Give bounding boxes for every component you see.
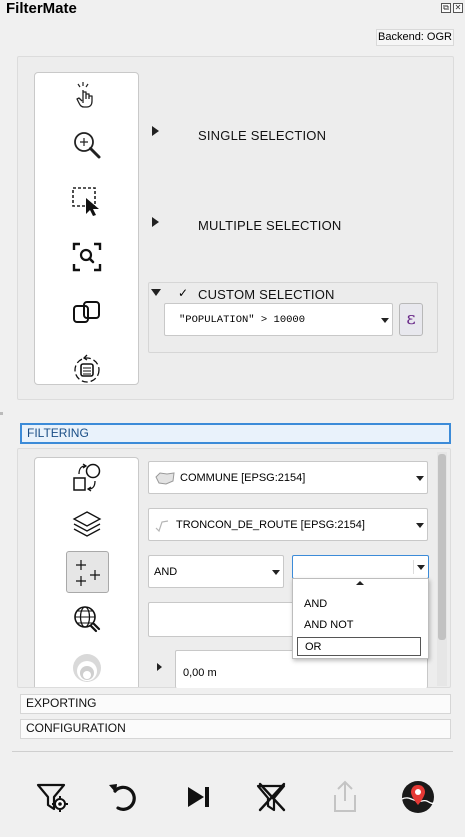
duplicate-layers-icon <box>73 301 100 323</box>
combine-operator-combo[interactable] <box>292 555 429 579</box>
filtering-tools-column <box>34 457 139 687</box>
dropdown-option-selected[interactable]: OR <box>297 637 421 656</box>
skip-next-button[interactable] <box>176 775 220 819</box>
dropdown-option[interactable]: AND NOT <box>297 616 421 635</box>
clear-filter-icon <box>256 782 286 812</box>
source-layer-value: COMMUNE [EPSG:2154] <box>180 472 306 484</box>
chevron-down-icon[interactable] <box>378 304 392 335</box>
scroll-up-icon[interactable] <box>356 581 364 585</box>
zoom-to-filter-button[interactable] <box>396 775 440 819</box>
expand-arrow-icon[interactable] <box>157 663 162 671</box>
layer-refresh-icon <box>74 354 100 383</box>
zoom-selection-icon <box>72 242 102 272</box>
title-bar: FilterMate ⧉ ✕ <box>0 0 465 22</box>
chevron-down-icon[interactable] <box>413 462 427 493</box>
filter-settings-button[interactable] <box>30 775 74 819</box>
map-pin-icon <box>401 781 435 813</box>
buffer-rings-icon <box>73 654 101 682</box>
source-layer-combo[interactable]: COMMUNE [EPSG:2154] <box>148 461 428 494</box>
selection-tools-column <box>34 72 139 385</box>
expand-arrow-icon[interactable] <box>152 126 159 136</box>
zoom-in-icon <box>74 132 101 159</box>
undo-icon <box>109 784 136 811</box>
pointer-tool-button[interactable] <box>67 75 107 115</box>
polygon-layer-icon <box>155 472 175 485</box>
single-selection-label[interactable]: SINGLE SELECTION <box>198 128 326 143</box>
plus-grid-icon <box>76 560 100 586</box>
dropdown-option[interactable]: AND <box>297 595 421 614</box>
layer-source-button[interactable] <box>67 458 107 498</box>
target-layer-combo[interactable]: TRONCON_DE_ROUTE [EPSG:2154] <box>148 508 428 541</box>
expression-value: "POPULATION" > 10000 <box>179 314 306 326</box>
multiple-selection-label[interactable]: MULTIPLE SELECTION <box>198 218 342 233</box>
target-layer-value: TRONCON_DE_ROUTE [EPSG:2154] <box>176 519 365 531</box>
custom-selection-check[interactable]: ✓ <box>178 286 188 300</box>
window-title: FilterMate <box>6 0 77 17</box>
link-layers-button[interactable] <box>67 293 107 333</box>
buffer-button[interactable] <box>67 648 107 687</box>
close-window-button[interactable]: ✕ <box>453 3 463 13</box>
select-rectangle-icon <box>72 187 99 216</box>
layers-stack-icon <box>72 511 102 537</box>
collapse-arrow-icon[interactable] <box>151 289 161 296</box>
exporting-section-header[interactable]: EXPORTING <box>20 694 451 714</box>
configuration-section-header[interactable]: CONFIGURATION <box>20 719 451 739</box>
chevron-down-icon[interactable] <box>269 556 283 587</box>
expand-arrow-icon[interactable] <box>152 217 159 227</box>
geo-predicate-button[interactable] <box>67 600 107 640</box>
layer-transform-icon <box>73 463 101 492</box>
clear-filter-button[interactable] <box>249 775 293 819</box>
skip-next-icon <box>188 787 209 807</box>
expression-combo[interactable]: "POPULATION" > 10000 <box>164 303 393 336</box>
operator-combo[interactable]: AND <box>148 555 284 588</box>
refresh-layers-button[interactable] <box>67 349 107 389</box>
layers-button[interactable] <box>67 504 107 544</box>
chevron-down-icon[interactable] <box>413 509 427 540</box>
line-layer-icon <box>155 520 169 533</box>
divider <box>12 751 453 752</box>
chevron-down-icon[interactable] <box>414 556 428 578</box>
backend-badge: Backend: OGR <box>376 29 454 46</box>
filtering-section-header[interactable]: FILTERING <box>20 423 451 444</box>
export-button[interactable] <box>323 775 367 819</box>
filter-settings-icon <box>36 783 68 812</box>
undo-button[interactable] <box>102 775 146 819</box>
rectangle-select-button[interactable] <box>67 181 107 221</box>
combine-operator-dropdown: AND AND NOT OR <box>292 578 429 659</box>
export-icon <box>334 780 356 812</box>
filtering-scrollbar[interactable] <box>437 452 447 686</box>
pointer-hand-icon <box>76 82 93 108</box>
float-window-button[interactable]: ⧉ <box>441 3 451 13</box>
globe-link-icon <box>74 606 101 633</box>
zoom-to-selection-button[interactable] <box>67 237 107 277</box>
operator-value: AND <box>154 566 178 578</box>
zoom-tool-button[interactable] <box>67 125 107 165</box>
buffer-distance-value: 0,00 m <box>183 667 217 679</box>
expression-builder-button[interactable]: ε <box>399 303 423 336</box>
scrollbar-thumb[interactable] <box>438 454 446 640</box>
geo-predicate-combo[interactable] <box>148 602 298 637</box>
combine-operator-button[interactable] <box>66 551 109 593</box>
splitter-handle[interactable] <box>0 412 3 415</box>
custom-selection-label[interactable]: CUSTOM SELECTION <box>198 287 335 302</box>
